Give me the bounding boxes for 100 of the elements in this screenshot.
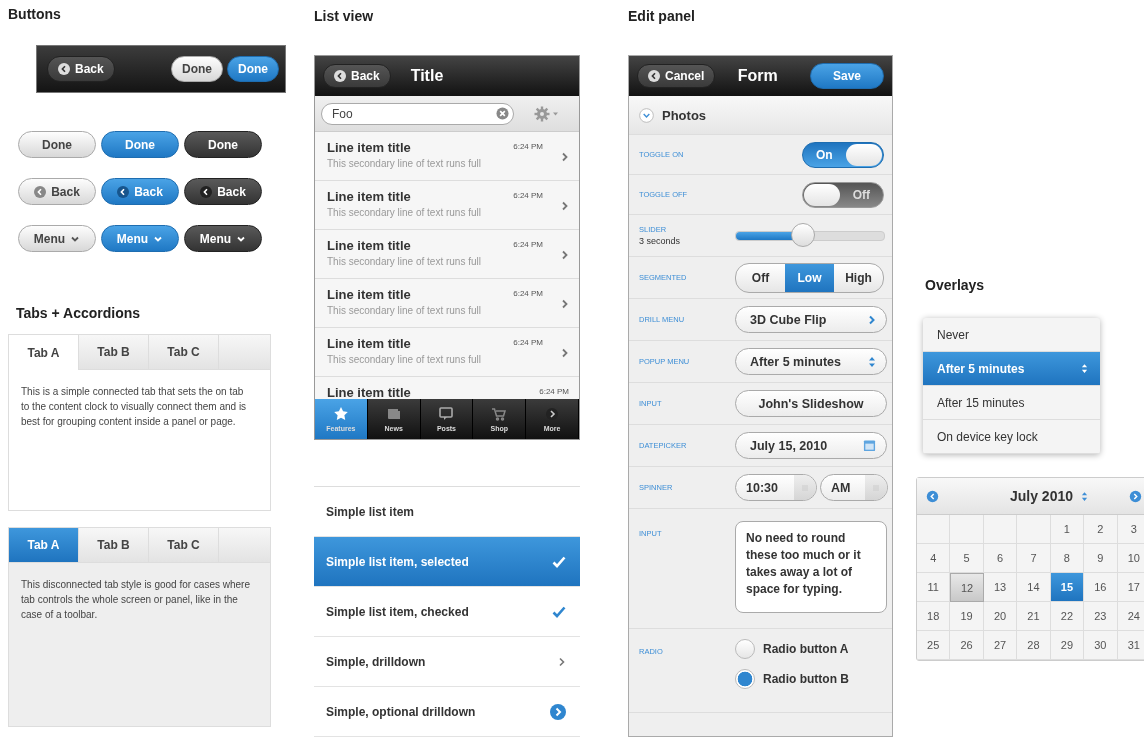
- calendar-day[interactable]: 17: [1117, 573, 1144, 602]
- star-icon: [332, 406, 349, 422]
- calendar-day[interactable]: 13: [983, 573, 1018, 602]
- calendar-day[interactable]: 29: [1050, 631, 1085, 660]
- calendar-day[interactable]: 21: [1017, 602, 1051, 631]
- list-row[interactable]: Line item title This secondary line of text runs full 6:24 PM: [315, 181, 579, 230]
- item-label: Simple, drilldown: [326, 654, 426, 669]
- calendar-day[interactable]: 27: [983, 631, 1018, 660]
- chevron-right-icon: [561, 299, 569, 309]
- radio-button[interactable]: [735, 669, 755, 689]
- menu-item[interactable]: On device key lock: [923, 420, 1100, 454]
- tab[interactable]: Tab B: [79, 528, 149, 562]
- tab[interactable]: Tab C: [149, 528, 219, 562]
- pill-button[interactable]: Done: [101, 131, 179, 158]
- menu-item[interactable]: After 15 minutes: [923, 386, 1100, 420]
- list-item[interactable]: Simple, optional drilldown: [314, 687, 580, 737]
- list-row[interactable]: Line item title This secondary line of text runs full 6:24 PM: [315, 132, 579, 181]
- list-row[interactable]: Line item title This secondary line of text runs full 6:24 PM: [315, 279, 579, 328]
- item-title: Line item title: [327, 189, 412, 204]
- calendar-day[interactable]: 7: [1017, 544, 1051, 573]
- calendar-day[interactable]: 28: [1017, 631, 1051, 660]
- list-item[interactable]: Simple, drilldown: [314, 637, 580, 687]
- input-field[interactable]: John's Slideshow: [735, 390, 887, 417]
- tab-content-text: This disconnected tab style is good for cases where tab controls the whole screen or panel, like in the case of a toolbar.: [21, 578, 251, 622]
- calendar-day[interactable]: 22: [1050, 602, 1085, 631]
- text-area[interactable]: No need to round these too much or it takes away a lot of space for typing.: [735, 521, 887, 613]
- calendar-day[interactable]: 3: [1117, 515, 1144, 544]
- back-button[interactable]: Back: [323, 64, 391, 88]
- chevron-right-icon: [561, 152, 569, 162]
- tab[interactable]: Tab B: [79, 335, 149, 369]
- calendar-day[interactable]: 16: [1084, 573, 1118, 602]
- menu-item[interactable]: After 5 minutes: [923, 352, 1100, 386]
- calendar-day[interactable]: 18: [917, 602, 951, 631]
- calendar-day[interactable]: 15: [1050, 573, 1085, 602]
- item-label: Simple list item, selected: [326, 554, 469, 569]
- calendar-day[interactable]: 26: [950, 631, 984, 660]
- menu-button[interactable]: Menu: [18, 225, 96, 252]
- menu-button[interactable]: Menu: [101, 225, 179, 252]
- item-title: Line item title: [327, 287, 412, 302]
- back-button[interactable]: Back: [18, 178, 96, 205]
- back-button[interactable]: Back: [47, 56, 115, 82]
- spinner-field[interactable]: AM: [820, 474, 888, 501]
- calendar-day[interactable]: 9: [1084, 544, 1118, 573]
- chevron-circle-icon[interactable]: [550, 703, 566, 720]
- date-field[interactable]: July 15, 2010: [735, 432, 887, 459]
- item-label: Simple list item, checked: [326, 604, 469, 619]
- calendar-day[interactable]: 12: [950, 573, 984, 602]
- drill-menu[interactable]: 3D Cube Flip: [735, 306, 887, 333]
- tab[interactable]: Tab C: [149, 335, 219, 369]
- up-down-arrows-icon: [868, 355, 876, 368]
- item-time: 6:24 PM: [513, 142, 543, 151]
- next-icon[interactable]: [1129, 489, 1142, 503]
- tab[interactable]: Tab A: [9, 335, 79, 370]
- list-row[interactable]: Line item title This secondary line of text runs full 6:24 PM: [315, 328, 579, 377]
- radio-button[interactable]: [735, 639, 755, 659]
- menu-button[interactable]: Menu: [184, 225, 262, 252]
- calendar-day[interactable]: 4: [917, 544, 951, 573]
- calendar-day[interactable]: 31: [1117, 631, 1144, 660]
- up-down-arrows-icon: [1081, 363, 1088, 374]
- segment[interactable]: Off: [736, 263, 785, 292]
- pill-button[interactable]: Done: [227, 56, 279, 82]
- tab[interactable]: Tab A: [9, 528, 79, 562]
- segment[interactable]: Low: [785, 263, 834, 292]
- toggle-switch[interactable]: On: [802, 141, 884, 168]
- pill-button[interactable]: Done: [171, 56, 223, 82]
- toggle-switch[interactable]: Off: [802, 181, 884, 208]
- calendar-day[interactable]: 20: [983, 602, 1018, 631]
- newspaper-icon: [385, 406, 402, 422]
- up-down-arrows-icon: [1081, 490, 1089, 502]
- pill-button[interactable]: Done: [18, 131, 96, 158]
- section-header[interactable]: Photos: [629, 96, 892, 135]
- calendar-day[interactable]: 23: [1084, 602, 1118, 631]
- list-item[interactable]: Simple list item, checked: [314, 587, 580, 637]
- calendar-day[interactable]: 14: [1017, 573, 1051, 602]
- spinner-field[interactable]: 10:30: [735, 474, 817, 501]
- list-row[interactable]: Line item title This secondary line of text runs full 6:24 PM: [315, 230, 579, 279]
- calendar-day[interactable]: 30: [1084, 631, 1118, 660]
- calendar-icon: [863, 439, 876, 452]
- pill-button[interactable]: Done: [184, 131, 262, 158]
- calendar-day[interactable]: 6: [983, 544, 1018, 573]
- calendar-day[interactable]: 2: [1084, 515, 1118, 544]
- cancel-button[interactable]: Cancel: [637, 64, 716, 88]
- item-title: Line item title: [327, 140, 412, 155]
- back-button[interactable]: Back: [101, 178, 179, 205]
- calendar-day[interactable]: 25: [917, 631, 951, 660]
- slider-thumb[interactable]: [790, 222, 815, 247]
- back-button[interactable]: Back: [184, 178, 262, 205]
- calendar-title[interactable]: July 2010: [1009, 488, 1089, 504]
- segment[interactable]: High: [834, 263, 883, 292]
- clear-icon[interactable]: [496, 107, 509, 120]
- calendar-day[interactable]: 1: [1050, 515, 1085, 544]
- settings-icon[interactable]: [534, 105, 560, 122]
- calendar-day[interactable]: 10: [1117, 544, 1144, 573]
- calendar-day[interactable]: 19: [950, 602, 984, 631]
- popup-menu[interactable]: After 5 minutes: [735, 348, 887, 375]
- calendar-day[interactable]: 24: [1117, 602, 1144, 631]
- previous-icon[interactable]: [926, 489, 939, 503]
- save-button[interactable]: Save: [810, 63, 884, 89]
- search-field[interactable]: Foo: [321, 102, 514, 125]
- list-item[interactable]: Simple list item, selected: [314, 537, 580, 587]
